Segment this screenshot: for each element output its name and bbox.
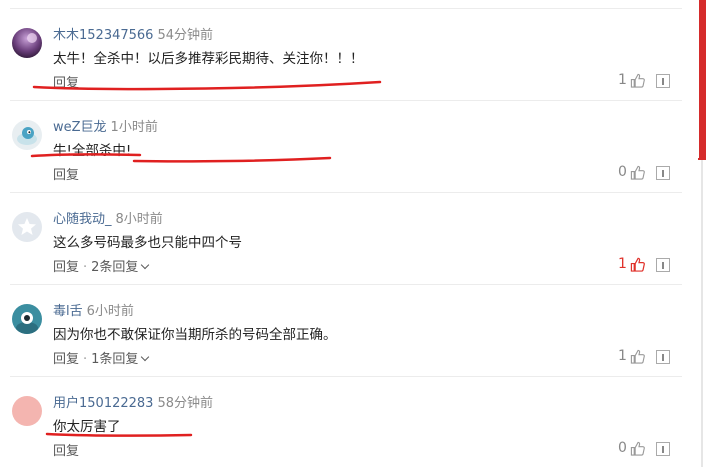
red-underline-annotation bbox=[32, 80, 382, 91]
comment-meta: 毒l舌 6小时前 bbox=[53, 300, 134, 319]
comment-text: 因为你也不敢保证你当期所杀的号码全部正确。 bbox=[53, 327, 337, 343]
view-replies-button[interactable]: 2条回复 bbox=[91, 260, 150, 275]
comment-meta: 心随我动_ 8小时前 bbox=[53, 208, 163, 227]
timestamp: 6小时前 bbox=[86, 304, 134, 319]
comment-actions: 回复 · 2条回复 bbox=[53, 256, 150, 275]
comment-actions: 回复 · 1条回复 bbox=[53, 348, 150, 367]
scrollbar-marker bbox=[698, 158, 706, 160]
timestamp: 54分钟前 bbox=[157, 28, 213, 43]
report-button[interactable] bbox=[656, 74, 670, 88]
like-count: 1 bbox=[618, 348, 627, 364]
report-icon bbox=[662, 353, 664, 361]
username[interactable]: 用户150122283 bbox=[53, 396, 153, 411]
report-button[interactable] bbox=[656, 442, 670, 456]
like-count: 1 bbox=[618, 256, 627, 272]
separator-dot: · bbox=[83, 352, 88, 367]
timestamp: 58分钟前 bbox=[157, 396, 213, 411]
red-underline-annotation bbox=[45, 432, 193, 437]
reply-button[interactable]: 回复 bbox=[53, 444, 79, 459]
report-button[interactable] bbox=[656, 166, 670, 180]
comment-divider bbox=[10, 376, 682, 377]
like-count: 0 bbox=[618, 440, 627, 456]
purple-gradient-avatar-icon bbox=[12, 28, 42, 58]
comment-divider bbox=[10, 192, 682, 193]
avatar[interactable] bbox=[12, 396, 42, 426]
comment-divider bbox=[10, 100, 682, 101]
avatar[interactable] bbox=[12, 28, 42, 58]
username[interactable]: weZ巨龙 bbox=[53, 120, 107, 135]
timestamp: 8小时前 bbox=[115, 212, 163, 227]
report-icon bbox=[662, 445, 664, 453]
comment-divider bbox=[10, 284, 682, 285]
like-button[interactable]: 1 bbox=[618, 256, 645, 272]
reply-button[interactable]: 回复 bbox=[53, 260, 79, 275]
report-button[interactable] bbox=[656, 258, 670, 272]
thumbs-up-icon bbox=[630, 257, 645, 272]
comment-text: 太牛！全杀中！以后多推荐彩民期待、关注你！！！ bbox=[53, 51, 364, 67]
like-button[interactable]: 0 bbox=[618, 440, 645, 456]
username[interactable]: 毒l舌 bbox=[53, 304, 83, 319]
username[interactable]: 木木152347566 bbox=[53, 28, 153, 43]
thumbs-up-icon bbox=[630, 441, 645, 456]
reply-button[interactable]: 回复 bbox=[53, 352, 79, 367]
red-underline-annotation bbox=[30, 153, 332, 163]
avatar[interactable] bbox=[12, 212, 42, 242]
comment-actions: 回复 bbox=[53, 440, 79, 459]
separator-dot: · bbox=[83, 260, 88, 275]
report-icon bbox=[662, 169, 664, 177]
comment-meta: 木木152347566 54分钟前 bbox=[53, 24, 213, 43]
comment-text: 这么多号码最多也只能中四个号 bbox=[53, 235, 242, 251]
top-divider bbox=[10, 8, 682, 9]
view-replies-button[interactable]: 1条回复 bbox=[91, 352, 150, 367]
report-icon bbox=[662, 261, 664, 269]
like-button[interactable]: 0 bbox=[618, 164, 645, 180]
avatar[interactable] bbox=[12, 304, 42, 334]
report-button[interactable] bbox=[656, 350, 670, 364]
thumbs-up-icon bbox=[630, 349, 645, 364]
thumbs-up-icon bbox=[630, 73, 645, 88]
username[interactable]: 心随我动_ bbox=[53, 212, 112, 227]
comment-actions: 回复 bbox=[53, 164, 79, 183]
like-button[interactable]: 1 bbox=[618, 72, 645, 88]
report-icon bbox=[662, 77, 664, 85]
replies-count-label: 1条回复 bbox=[91, 352, 139, 367]
comment-meta: 用户150122283 58分钟前 bbox=[53, 392, 213, 411]
timestamp: 1小时前 bbox=[110, 120, 158, 135]
scrollbar-thumb[interactable] bbox=[699, 0, 706, 160]
like-count: 0 bbox=[618, 164, 627, 180]
teal-eye-avatar-icon bbox=[12, 304, 42, 334]
like-count: 1 bbox=[618, 72, 627, 88]
thumbs-up-icon bbox=[630, 165, 645, 180]
chevron-down-icon bbox=[141, 352, 150, 362]
gray-star-avatar-icon bbox=[12, 212, 42, 242]
like-button[interactable]: 1 bbox=[618, 348, 645, 364]
pink-default-avatar-icon bbox=[12, 396, 42, 426]
chevron-down-icon bbox=[141, 260, 150, 270]
replies-count-label: 2条回复 bbox=[91, 260, 139, 275]
comment-meta: weZ巨龙 1小时前 bbox=[53, 116, 158, 135]
reply-button[interactable]: 回复 bbox=[53, 168, 79, 183]
